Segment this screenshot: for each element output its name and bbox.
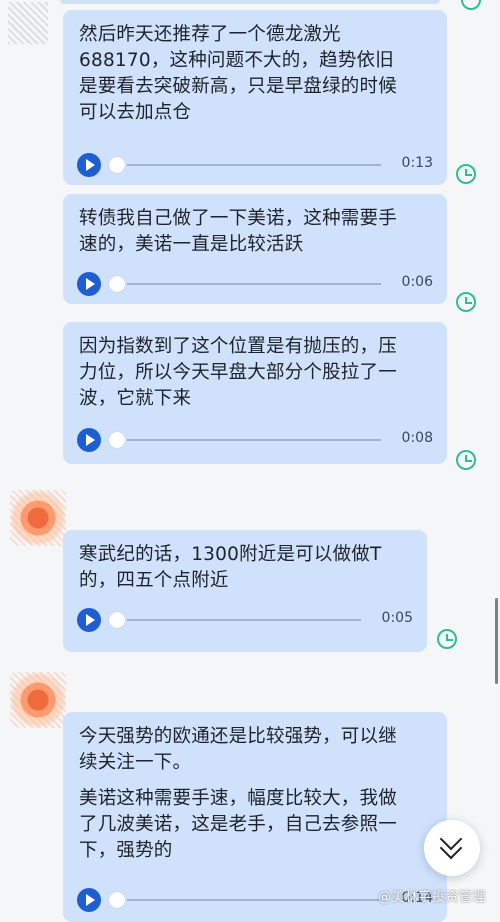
previous-bubble-edge (60, 0, 440, 4)
message-text: 寒武纪的话，1300附近是可以做做T 的，四五个点附近 (79, 544, 382, 591)
avatar[interactable] (8, 2, 48, 44)
message-text: 美诺这种需要手速，幅度比较大，我做 了几波美诺，这是老手，自己去参照一 下，强势… (79, 788, 397, 861)
seek-knob[interactable] (109, 157, 125, 173)
play-icon[interactable] (77, 428, 101, 452)
seek-track[interactable] (127, 283, 381, 285)
seek-track[interactable] (127, 439, 381, 441)
avatar[interactable] (10, 672, 66, 728)
avatar[interactable] (10, 490, 66, 546)
clock-check-icon (456, 450, 476, 470)
play-icon[interactable] (77, 608, 101, 632)
status-icon (461, 0, 481, 10)
message-text: 因为指数到了这个位置是有抛压的，压 力位，所以今天早盘大部分个股拉了一 波，它就… (79, 336, 397, 409)
voice-player[interactable]: 0:13 (77, 151, 433, 179)
voice-duration: 0:05 (381, 610, 413, 626)
play-icon[interactable] (77, 153, 101, 177)
seek-knob[interactable] (109, 892, 125, 908)
play-icon[interactable] (77, 888, 101, 912)
message-bubble[interactable]: 转债我自己做了一下美诺，这种需要手 速的，美诺一直是比较活跃 0:06 (63, 194, 447, 304)
message-text: 转债我自己做了一下美诺，这种需要手 速的，美诺一直是比较活跃 (79, 208, 397, 255)
scroll-to-bottom-button[interactable] (424, 820, 480, 876)
seek-track[interactable] (127, 619, 361, 621)
seek-track[interactable] (127, 164, 381, 166)
seek-track[interactable] (127, 899, 381, 901)
message-bubble[interactable]: 然后昨天还推荐了一个德龙激光 688170，这种问题不大的，趋势依旧 是要看去突… (63, 10, 447, 185)
message-bubble[interactable]: 因为指数到了这个位置是有抛压的，压 力位，所以今天早盘大部分个股拉了一 波，它就… (63, 322, 447, 464)
seek-knob[interactable] (109, 612, 125, 628)
seek-knob[interactable] (109, 432, 125, 448)
clock-check-icon (456, 164, 476, 184)
clock-check-icon (437, 629, 457, 649)
scrollbar[interactable] (495, 598, 498, 684)
play-icon[interactable] (77, 272, 101, 296)
voice-duration: 0:13 (401, 155, 433, 171)
voice-duration: 0:08 (401, 430, 433, 446)
message-bubble[interactable]: 寒武纪的话，1300附近是可以做做T 的，四五个点附近 0:05 (63, 530, 427, 652)
voice-player[interactable]: 0:05 (77, 606, 413, 634)
voice-duration: 0:06 (401, 274, 433, 290)
seek-knob[interactable] (109, 276, 125, 292)
clock-check-icon (456, 292, 476, 312)
message-text: 今天强势的欧通还是比较强势，可以继 续关注一下。 (79, 726, 397, 773)
watermark: @美林宇投资管理 (377, 890, 486, 905)
message-text: 然后昨天还推荐了一个德龙激光 688170，这种问题不大的，趋势依旧 是要看去突… (79, 24, 397, 123)
voice-player[interactable]: 0:06 (77, 270, 433, 298)
voice-player[interactable]: 0:08 (77, 426, 433, 454)
